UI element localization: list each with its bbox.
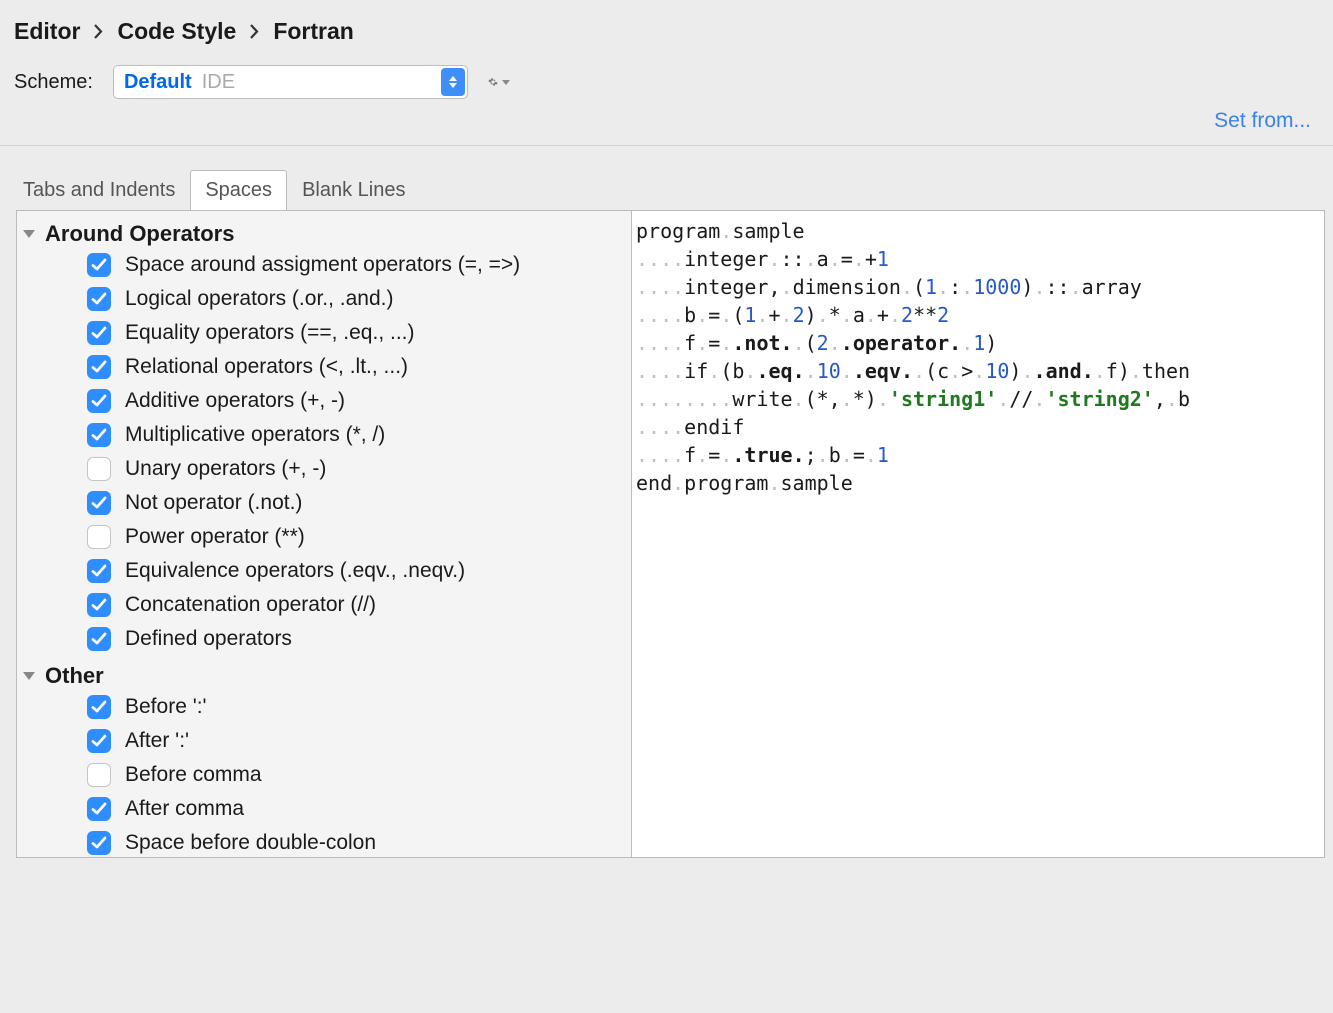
option-label: Space around assigment operators (=, =>): [125, 253, 520, 277]
checkbox[interactable]: [87, 831, 111, 855]
option-row: After comma: [87, 797, 631, 821]
group-title: Other: [45, 663, 104, 689]
checkbox[interactable]: [87, 763, 111, 787]
option-label: Not operator (.not.): [125, 491, 302, 515]
code-line: ....b.=.(1.+.2).*.a.+.2**2: [636, 301, 1320, 329]
group-header[interactable]: Around Operators: [17, 217, 631, 251]
breadcrumb-item[interactable]: Code Style: [117, 18, 236, 45]
checkbox[interactable]: [87, 389, 111, 413]
tab-spaces[interactable]: Spaces: [190, 170, 287, 210]
breadcrumb-item[interactable]: Fortran: [273, 18, 354, 45]
settings-root: Editor Code Style Fortran Scheme: Defaul…: [0, 0, 1333, 1013]
checkbox[interactable]: [87, 695, 111, 719]
checkbox[interactable]: [87, 491, 111, 515]
breadcrumb-item[interactable]: Editor: [14, 18, 80, 45]
code-line: ....integer,.dimension.(1.:.1000).::.arr…: [636, 273, 1320, 301]
option-row: Not operator (.not.): [87, 491, 631, 515]
option-row: Equality operators (==, .eq., ...): [87, 321, 631, 345]
stepper-icon[interactable]: [441, 68, 465, 96]
option-list: Before ':' After ':' Before comma After com…: [17, 693, 631, 857]
option-row: Before ':': [87, 695, 631, 719]
tab-tabs-and-indents[interactable]: Tabs and Indents: [8, 170, 190, 210]
setfrom-row: Set from...: [0, 107, 1333, 146]
breadcrumb: Editor Code Style Fortran: [0, 0, 1333, 51]
option-label: Before ':': [125, 695, 207, 719]
option-row: After ':': [87, 729, 631, 753]
option-row: Before comma: [87, 763, 631, 787]
scheme-row: Scheme: Default IDE: [0, 51, 1333, 107]
collapse-triangle-icon: [23, 230, 35, 238]
group-title: Around Operators: [45, 221, 234, 247]
option-list: Space around assigment operators (=, =>)…: [17, 251, 631, 653]
option-row: Space before double-colon: [87, 831, 631, 855]
option-group: Around Operators Space around assigment o…: [17, 211, 631, 653]
option-label: Power operator (**): [125, 525, 305, 549]
collapse-triangle-icon: [23, 672, 35, 680]
option-label: Multiplicative operators (*, /): [125, 423, 385, 447]
option-label: Defined operators: [125, 627, 292, 651]
option-row: Equivalence operators (.eqv., .neqv.): [87, 559, 631, 583]
option-row: Concatenation operator (//): [87, 593, 631, 617]
scheme-label: Scheme:: [14, 71, 93, 94]
option-label: After comma: [125, 797, 244, 821]
checkbox[interactable]: [87, 627, 111, 651]
set-from-link[interactable]: Set from...: [1214, 109, 1311, 133]
code-line: ....f.=..true.;.b.=.1: [636, 441, 1320, 469]
checkbox[interactable]: [87, 287, 111, 311]
checkbox[interactable]: [87, 321, 111, 345]
tab-strip: Tabs and IndentsSpacesBlank Lines Around…: [0, 146, 1333, 858]
option-label: Space before double-colon: [125, 831, 376, 855]
chevron-down-icon: [502, 80, 510, 85]
chevron-right-icon: [94, 24, 103, 39]
option-label: Equality operators (==, .eq., ...): [125, 321, 414, 345]
group-header[interactable]: Other: [17, 659, 631, 693]
option-label: Before comma: [125, 763, 262, 787]
option-row: Multiplicative operators (*, /): [87, 423, 631, 447]
code-line: ....f.=..not..(2..operator..1): [636, 329, 1320, 357]
option-row: Power operator (**): [87, 525, 631, 549]
checkbox[interactable]: [87, 525, 111, 549]
checkbox[interactable]: [87, 253, 111, 277]
option-label: Equivalence operators (.eqv., .neqv.): [125, 559, 465, 583]
tab-blank-lines[interactable]: Blank Lines: [287, 170, 420, 210]
option-label: Unary operators (+, -): [125, 457, 326, 481]
gear-icon[interactable]: [488, 71, 510, 93]
checkbox[interactable]: [87, 559, 111, 583]
option-row: Logical operators (.or., .and.): [87, 287, 631, 311]
scheme-value: Default: [124, 71, 192, 94]
option-row: Unary operators (+, -): [87, 457, 631, 481]
option-row: Relational operators (<, .lt., ...): [87, 355, 631, 379]
checkbox[interactable]: [87, 423, 111, 447]
panes: Around Operators Space around assigment o…: [16, 210, 1325, 858]
code-line: program.sample: [636, 217, 1320, 245]
option-label: Additive operators (+, -): [125, 389, 345, 413]
option-label: Logical operators (.or., .and.): [125, 287, 393, 311]
checkbox[interactable]: [87, 797, 111, 821]
checkbox[interactable]: [87, 355, 111, 379]
checkbox[interactable]: [87, 729, 111, 753]
scheme-scope: IDE: [202, 71, 235, 94]
code-line: ........write.(*,.*).'string1'.//.'strin…: [636, 385, 1320, 413]
option-label: Concatenation operator (//): [125, 593, 376, 617]
code-line: ....endif: [636, 413, 1320, 441]
option-row: Defined operators: [87, 627, 631, 651]
scheme-select[interactable]: Default IDE: [113, 65, 468, 99]
checkbox[interactable]: [87, 593, 111, 617]
option-label: After ':': [125, 729, 189, 753]
code-preview: program.sample....integer.::.a.=.+1....i…: [632, 211, 1324, 857]
option-row: Additive operators (+, -): [87, 389, 631, 413]
option-group: Other Before ':' After ':' Before comma Afte…: [17, 653, 631, 857]
code-line: ....if.(b..eq..10..eqv..(c.>.10)..and..f…: [636, 357, 1320, 385]
option-row: Space around assigment operators (=, =>): [87, 253, 631, 277]
code-line: ....integer.::.a.=.+1: [636, 245, 1320, 273]
options-pane: Around Operators Space around assigment o…: [17, 211, 632, 857]
chevron-right-icon: [250, 24, 259, 39]
code-line: end.program.sample: [636, 469, 1320, 497]
option-label: Relational operators (<, .lt., ...): [125, 355, 408, 379]
checkbox[interactable]: [87, 457, 111, 481]
